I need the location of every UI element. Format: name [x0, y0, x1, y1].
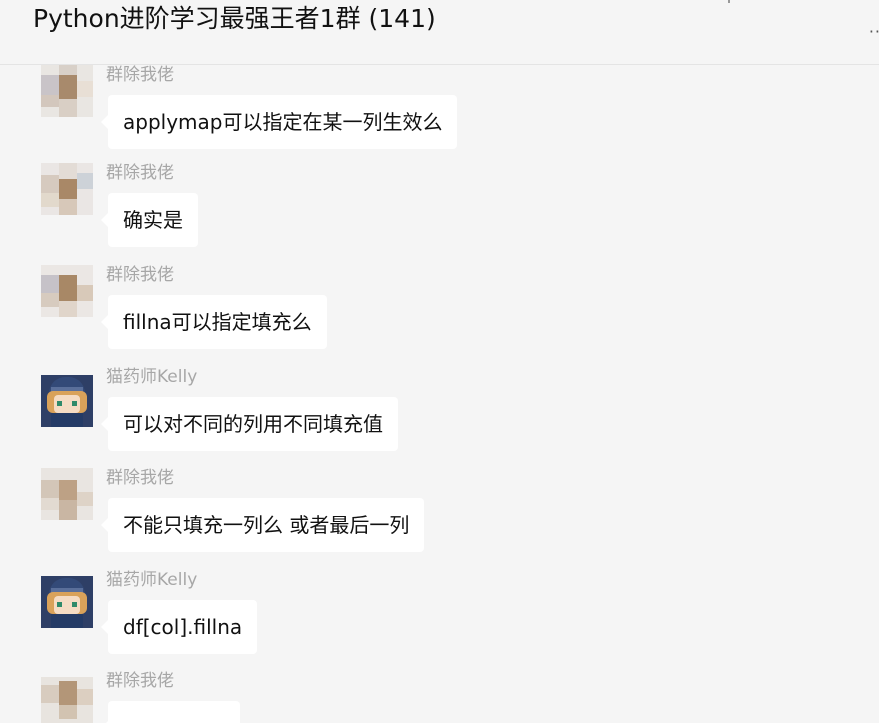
avatar[interactable]	[41, 576, 93, 628]
sender-name: 猫药师Kelly	[106, 570, 198, 590]
message-bubble[interactable]: fillna可以指定填充么	[101, 295, 327, 349]
group-title: Python进阶学习最强王者1群 (141)	[33, 4, 436, 33]
message-bubble[interactable]: 可以对不同的列用不同填充值	[101, 397, 398, 451]
avatar[interactable]	[41, 677, 93, 723]
message-bubble[interactable]	[101, 701, 240, 723]
message-bubble[interactable]: 不能只填充一列么 或者最后一列	[100, 498, 425, 552]
chat-header: Python进阶学习最强王者1群 (141) ··	[0, 0, 879, 65]
cartoon-avatar-icon	[41, 375, 93, 427]
more-dots-icon[interactable]: ··	[869, 24, 879, 40]
avatar[interactable]	[41, 468, 93, 520]
window-edge-mark	[728, 0, 730, 3]
avatar[interactable]	[41, 65, 93, 117]
avatar[interactable]	[41, 163, 93, 215]
mosaic-avatar-icon	[41, 65, 93, 117]
mosaic-avatar-icon	[41, 265, 93, 317]
mosaic-avatar-icon	[41, 468, 93, 520]
message-bubble[interactable]: df[col].fillna	[100, 600, 258, 654]
avatar[interactable]	[41, 265, 93, 317]
message-bubble[interactable]: applymap可以指定在某一列生效么	[100, 95, 458, 149]
sender-name: 群除我佬	[106, 671, 174, 691]
sender-name: 群除我佬	[106, 163, 174, 183]
sender-name: 群除我佬	[106, 468, 174, 488]
message-bubble[interactable]: 确实是	[101, 193, 198, 247]
message-list[interactable]: 群除我佬 applymap可以指定在某一列生效么 群除我佬 确实是 群除我佬 f…	[0, 65, 879, 723]
mosaic-avatar-icon	[41, 163, 93, 215]
sender-name: 猫药师Kelly	[106, 367, 198, 387]
sender-name: 群除我佬	[106, 265, 174, 285]
avatar[interactable]	[41, 375, 93, 427]
chat-window: Python进阶学习最强王者1群 (141) ·· 群除我佬 applymap可…	[0, 0, 879, 723]
sender-name: 群除我佬	[106, 65, 174, 85]
cartoon-avatar-icon	[41, 576, 93, 628]
mosaic-avatar-icon	[41, 677, 93, 723]
